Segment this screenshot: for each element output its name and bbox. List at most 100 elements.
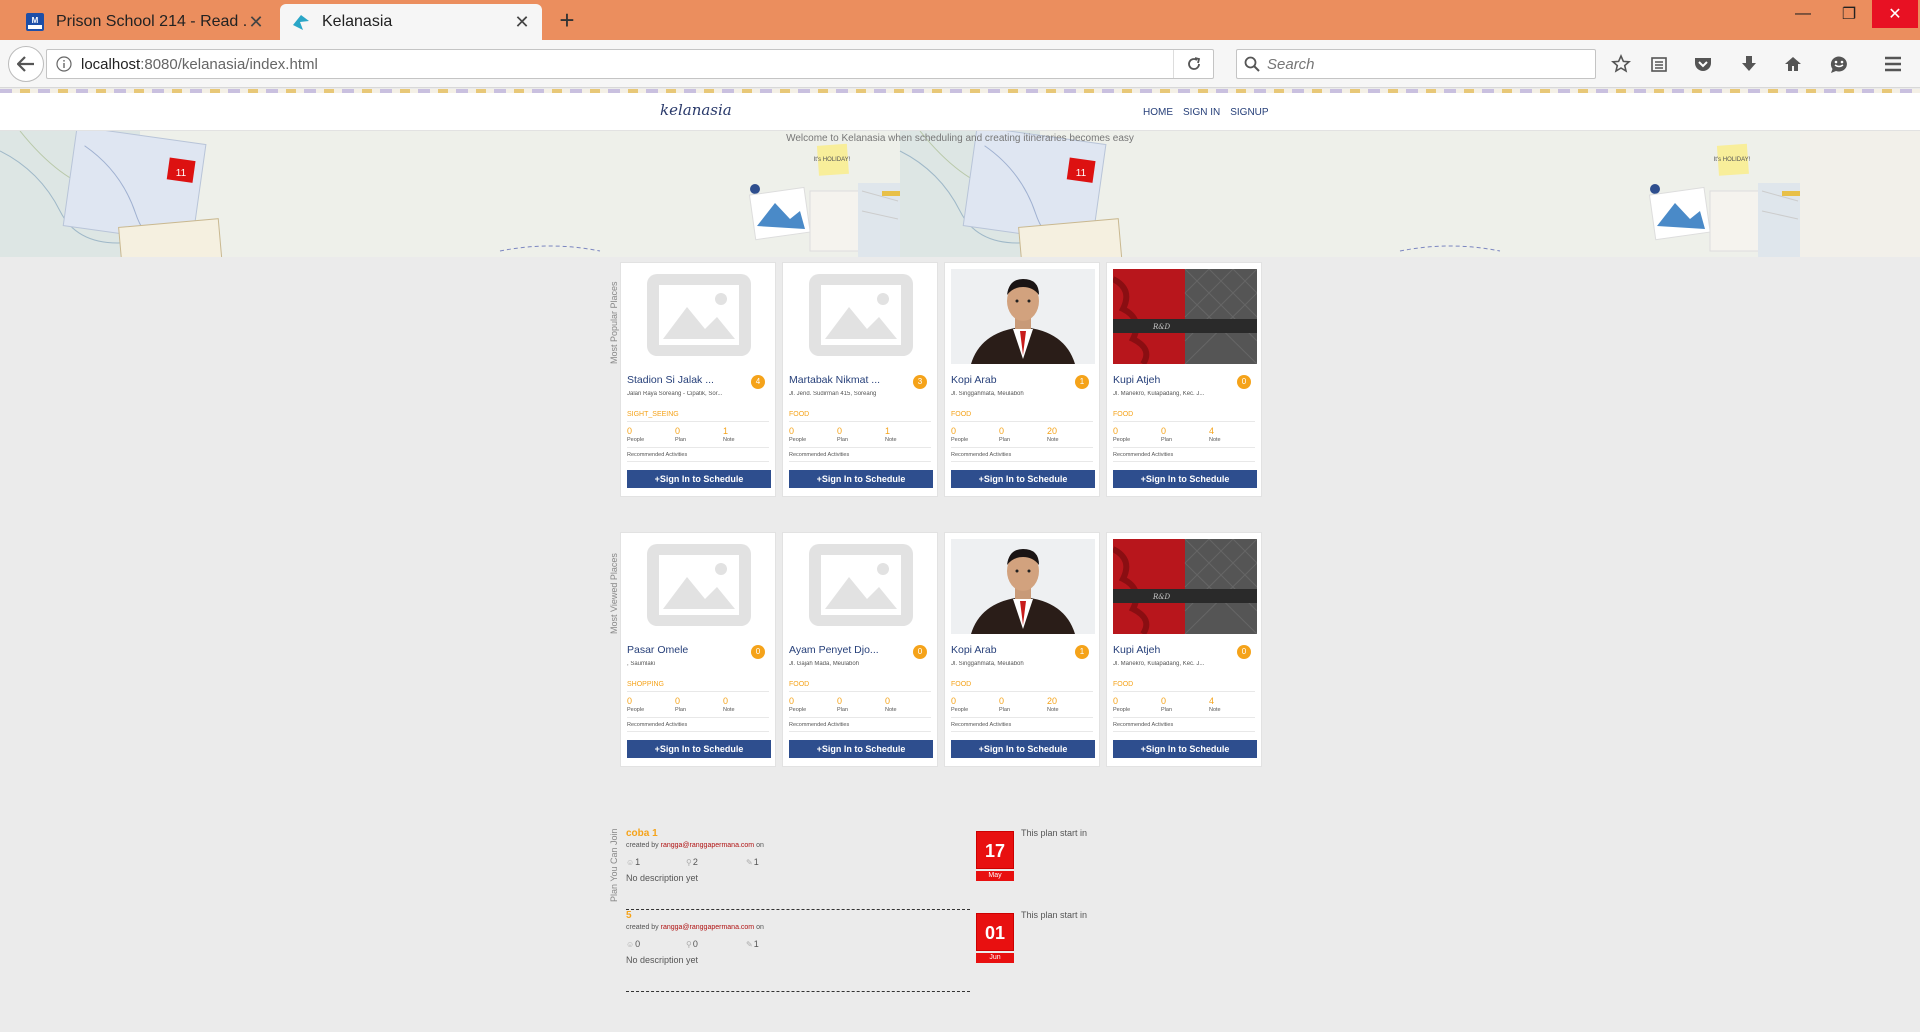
site-info-icon[interactable] bbox=[47, 56, 81, 72]
rating-badge: 1 bbox=[1075, 375, 1089, 389]
place-category: SHOPPING bbox=[627, 681, 664, 688]
place-card[interactable]: Kopi Arab 1 Jl. Singgahmata, Meulaboh FO… bbox=[944, 262, 1100, 497]
rating-badge: 1 bbox=[1075, 645, 1089, 659]
place-card[interactable]: Ayam Penyet Djo... 0 Jl. Gajah Mada, Meu… bbox=[782, 532, 938, 767]
divider bbox=[789, 447, 931, 448]
tab-label: Prison School 214 - Read ... bbox=[56, 13, 246, 30]
place-address: , Saumlaki bbox=[627, 661, 656, 667]
place-image[interactable] bbox=[789, 539, 933, 634]
place-card[interactable]: R&D Kupi Atjeh 0 Jl. Manekro, Kulapadang… bbox=[1106, 262, 1262, 497]
stat-note-value: 0 bbox=[885, 696, 891, 706]
place-image[interactable] bbox=[951, 539, 1095, 634]
sign-in-to-schedule-button[interactable]: +Sign In to Schedule bbox=[789, 470, 933, 488]
close-window-button[interactable]: ✕ bbox=[1872, 0, 1918, 28]
site-logo[interactable]: kelanasia bbox=[660, 101, 732, 119]
place-card[interactable]: Martabak Nikmat ... 3 Jl. Jend. Sudirman… bbox=[782, 262, 938, 497]
divider bbox=[627, 691, 769, 692]
stat-plan: 0 Plan bbox=[1161, 426, 1209, 443]
stat-plan-label: Plan bbox=[1161, 437, 1173, 443]
place-image[interactable] bbox=[627, 539, 771, 634]
place-image[interactable] bbox=[627, 269, 771, 364]
stat-people-value: 0 bbox=[951, 426, 957, 436]
plan-notes: ✎1 bbox=[746, 857, 806, 867]
place-name[interactable]: Kopi Arab bbox=[951, 374, 1071, 386]
stat-note: 1 Note bbox=[723, 426, 771, 443]
creator-email[interactable]: rangga@ranggapermana.com bbox=[661, 842, 755, 849]
hello-smiley-icon[interactable] bbox=[1824, 50, 1854, 78]
home-icon[interactable] bbox=[1778, 50, 1808, 78]
sign-in-to-schedule-button[interactable]: +Sign In to Schedule bbox=[789, 740, 933, 758]
search-input[interactable] bbox=[1267, 55, 1587, 73]
place-image[interactable] bbox=[951, 269, 1095, 364]
rating-badge: 0 bbox=[913, 645, 927, 659]
divider bbox=[789, 421, 931, 422]
place-card[interactable]: Pasar Omele 0 , Saumlaki SHOPPING 0 Peopl… bbox=[620, 532, 776, 767]
sign-in-to-schedule-button[interactable]: +Sign In to Schedule bbox=[627, 740, 771, 758]
place-name[interactable]: Kupi Atjeh bbox=[1113, 644, 1233, 656]
sign-in-to-schedule-button[interactable]: +Sign In to Schedule bbox=[951, 470, 1095, 488]
sign-in-to-schedule-button[interactable]: +Sign In to Schedule bbox=[1113, 740, 1257, 758]
place-card[interactable]: Stadion Si Jalak ... 4 Jalan Raya Sorean… bbox=[620, 262, 776, 497]
plan-description: No description yet bbox=[626, 873, 699, 883]
minimize-button[interactable]: — bbox=[1780, 0, 1826, 28]
plan-item[interactable]: 5 created by rangga@ranggapermana.com on… bbox=[626, 910, 970, 992]
divider bbox=[627, 731, 769, 732]
sign-in-to-schedule-button[interactable]: +Sign In to Schedule bbox=[627, 470, 771, 488]
place-name[interactable]: Kupi Atjeh bbox=[1113, 374, 1233, 386]
plan-title[interactable]: 5 bbox=[626, 910, 632, 921]
place-card[interactable]: Kopi Arab 1 Jl. Singgahmata, Meulaboh FO… bbox=[944, 532, 1100, 767]
stat-plan-label: Plan bbox=[837, 437, 849, 443]
stat-note: 4 Note bbox=[1209, 426, 1257, 443]
creator-email[interactable]: rangga@ranggapermana.com bbox=[661, 924, 755, 931]
sign-in-to-schedule-button[interactable]: +Sign In to Schedule bbox=[1113, 470, 1257, 488]
place-image[interactable]: R&D bbox=[1111, 538, 1258, 636]
address-bar[interactable]: localhost:8080/kelanasia/index.html bbox=[46, 49, 1214, 79]
tab-prison-school[interactable]: M Prison School 214 - Read ... ✕ bbox=[14, 4, 276, 40]
note-icon: ✎ bbox=[746, 940, 753, 949]
sign-in-to-schedule-button[interactable]: +Sign In to Schedule bbox=[951, 740, 1095, 758]
place-name[interactable]: Ayam Penyet Djo... bbox=[789, 644, 909, 656]
place-image[interactable] bbox=[789, 269, 933, 364]
place-stats: 0 People 0 Plan 4 Note bbox=[1113, 426, 1257, 443]
pocket-icon[interactable] bbox=[1688, 50, 1718, 78]
search-bar[interactable] bbox=[1236, 49, 1596, 79]
stat-plan: 0 Plan bbox=[999, 696, 1047, 713]
place-address: Jl. Manekro, Kulapadang, Kec. J... bbox=[1113, 661, 1205, 667]
place-name[interactable]: Kopi Arab bbox=[951, 644, 1071, 656]
nav-home[interactable]: HOME bbox=[1143, 107, 1173, 118]
bookmark-star-icon[interactable] bbox=[1606, 50, 1636, 78]
place-address: Jalan Raya Soreang - Cipatik, Sor... bbox=[627, 391, 723, 397]
place-name[interactable]: Martabak Nikmat ... bbox=[789, 374, 909, 386]
plan-places: ⚲0 bbox=[686, 939, 746, 949]
tab-kelanasia[interactable]: Kelanasia ✕ bbox=[280, 4, 542, 40]
place-address: Jl. Singgahmata, Meulaboh bbox=[951, 391, 1024, 397]
divider bbox=[789, 731, 931, 732]
close-tab-icon[interactable]: ✕ bbox=[512, 12, 532, 33]
stat-plan-label: Plan bbox=[675, 437, 687, 443]
new-tab-button[interactable]: + bbox=[552, 6, 582, 34]
plan-title[interactable]: coba 1 bbox=[626, 828, 658, 839]
reload-icon[interactable] bbox=[1173, 50, 1213, 78]
back-button[interactable] bbox=[8, 46, 44, 82]
stat-plan-value: 0 bbox=[1161, 696, 1167, 706]
plan-item[interactable]: coba 1 created by rangga@ranggapermana.c… bbox=[626, 828, 970, 910]
url-path: :8080/kelanasia/index.html bbox=[140, 55, 318, 73]
close-tab-icon[interactable]: ✕ bbox=[246, 12, 266, 33]
download-icon[interactable] bbox=[1734, 50, 1764, 78]
plan-members-value: 0 bbox=[635, 939, 641, 949]
reading-list-icon[interactable] bbox=[1644, 50, 1674, 78]
stat-plan: 0 Plan bbox=[999, 426, 1047, 443]
banner-photo: R&D bbox=[1111, 268, 1258, 366]
svg-text:R&D: R&D bbox=[1152, 323, 1171, 331]
place-image[interactable]: R&D bbox=[1111, 268, 1258, 366]
rating-badge: 3 bbox=[913, 375, 927, 389]
place-name[interactable]: Stadion Si Jalak ... bbox=[627, 374, 747, 386]
divider bbox=[627, 421, 769, 422]
menu-hamburger-icon[interactable] bbox=[1878, 50, 1908, 78]
maximize-button[interactable]: ❐ bbox=[1826, 0, 1872, 28]
place-card[interactable]: R&D Kupi Atjeh 0 Jl. Manekro, Kulapadang… bbox=[1106, 532, 1262, 767]
nav-signup[interactable]: SIGNUP bbox=[1230, 107, 1268, 118]
stat-people: 0 People bbox=[1113, 426, 1161, 443]
nav-sign-in[interactable]: SIGN IN bbox=[1183, 107, 1220, 118]
place-name[interactable]: Pasar Omele bbox=[627, 644, 747, 656]
